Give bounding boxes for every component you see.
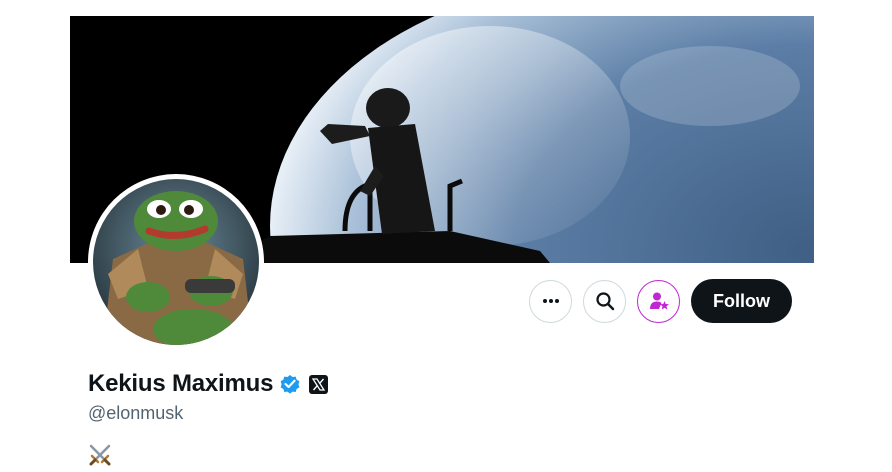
search-icon: [595, 292, 614, 311]
follow-button[interactable]: Follow: [691, 279, 792, 323]
search-button[interactable]: [583, 279, 626, 323]
subscribe-button[interactable]: [637, 279, 680, 323]
name-row: Kekius Maximus: [88, 370, 329, 398]
profile-actions: Follow: [529, 279, 792, 323]
x-logo-icon: [312, 377, 326, 391]
more-icon: [542, 299, 559, 303]
subscribe-icon: [649, 292, 669, 310]
verified-badge-icon[interactable]: [279, 373, 301, 395]
user-handle: @elonmusk: [88, 403, 184, 423]
x-affiliation-badge[interactable]: [309, 374, 329, 394]
crossed-swords-icon: [89, 444, 111, 466]
display-name: Kekius Maximus: [88, 370, 274, 397]
bio: [88, 443, 112, 472]
avatar-image: [93, 179, 259, 345]
more-button[interactable]: [529, 279, 572, 323]
profile-avatar[interactable]: [88, 174, 264, 350]
